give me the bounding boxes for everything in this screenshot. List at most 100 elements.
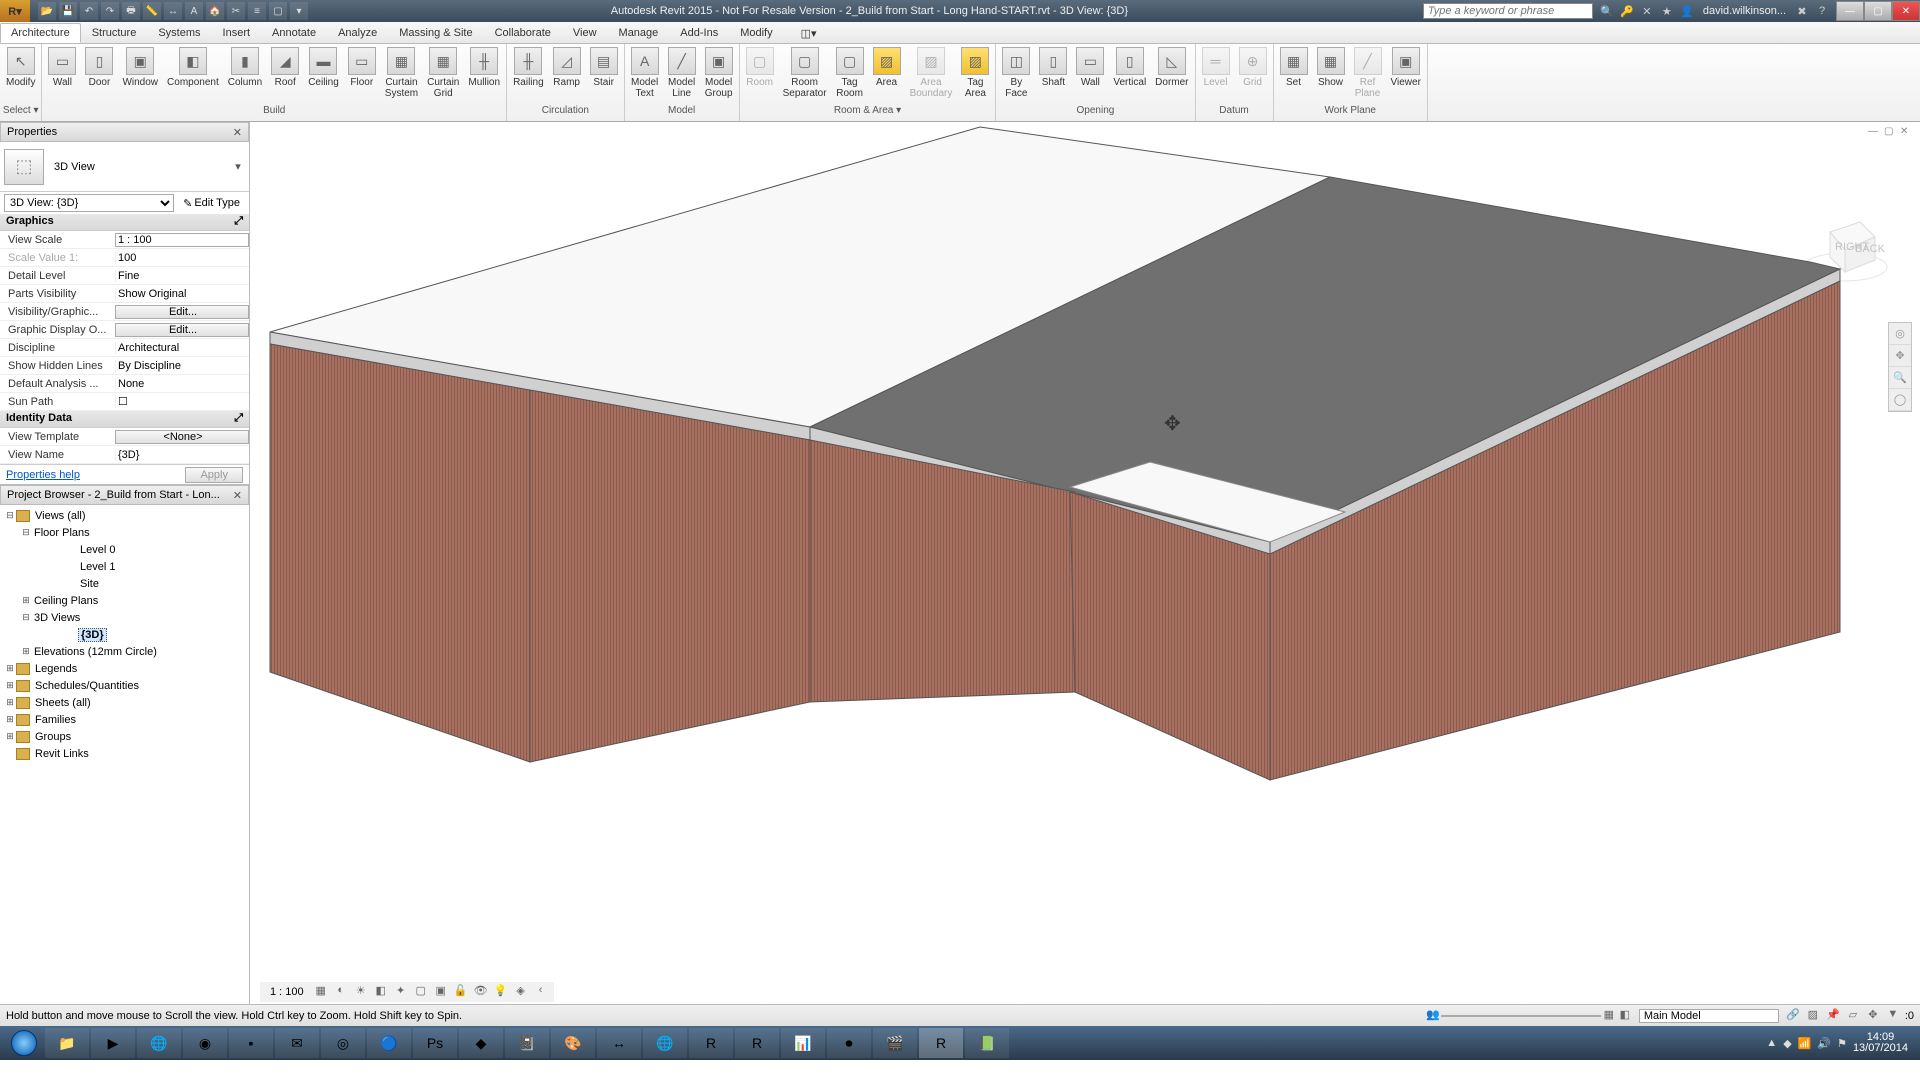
tree-node[interactable]: Revit Links [2,745,247,762]
explorer-icon[interactable]: 📁 [45,1028,89,1058]
revit3-icon[interactable]: R [735,1028,779,1058]
save-icon[interactable]: 💾 [59,2,77,20]
edit-type-button[interactable]: ✎ Edit Type [178,195,245,212]
expand-icon[interactable]: ⊞ [4,663,16,674]
tree-label[interactable]: Level 0 [78,544,117,556]
render-icon[interactable]: ✦ [392,984,410,1000]
roof-button[interactable]: ◢Roof [267,45,303,90]
tree-label[interactable]: Views (all) [33,510,88,522]
tab-addins[interactable]: Add-Ins [669,23,729,43]
key-icon[interactable]: 🔑 [1619,3,1635,19]
property-value[interactable]: Edit... [115,323,249,337]
areaboundary-button[interactable]: ▨AreaBoundary [906,45,957,101]
tree-node[interactable]: ⊞Schedules/Quantities [2,677,247,694]
tree-node[interactable]: {3D} [2,626,247,643]
search-input[interactable] [1423,3,1593,19]
onenote-icon[interactable]: 📓 [505,1028,549,1058]
curtaingrid-button[interactable]: ▦CurtainGrid [423,45,463,101]
tree-node[interactable]: ⊞Elevations (12mm Circle) [2,643,247,660]
grid-button[interactable]: ⊕Grid [1235,45,1271,90]
maximize-button[interactable]: ▢ [1864,1,1892,21]
exchange-apps-icon[interactable]: ✖ [1794,3,1810,19]
property-value[interactable]: 1 : 100 [115,233,249,247]
property-value[interactable]: ☐ [115,395,249,408]
property-row[interactable]: View Scale1 : 100 [0,231,249,249]
modify-button[interactable]: ↖Modify [2,45,39,90]
tree-node[interactable]: ⊞Sheets (all) [2,694,247,711]
chrome-icon[interactable]: ◉ [183,1028,227,1058]
crop-visible-icon[interactable]: ▣ [432,984,450,1000]
property-row[interactable]: Parts VisibilityShow Original [0,285,249,303]
analytical-icon[interactable]: ◈ [512,984,530,1000]
property-row[interactable]: Scale Value 1:100 [0,249,249,267]
ribbon-collapse-icon[interactable]: ◫▾ [794,24,824,43]
search-icon[interactable]: 🔍 [1599,3,1615,19]
camtasia-icon[interactable]: ⏺ [827,1028,871,1058]
expand-icon[interactable]: ⊞ [20,646,32,657]
collapse-icon[interactable]: ⤢ [234,215,243,229]
component-button[interactable]: ◧Component [163,45,223,90]
tagroom-button[interactable]: ▢TagRoom [832,45,868,101]
tree-label[interactable]: Families [33,714,78,726]
category-identity[interactable]: Identity Data⤢ [0,411,249,428]
drag-icon[interactable]: ✥ [1865,1008,1881,1024]
teamviewer-icon[interactable]: ↔ [597,1028,641,1058]
room-button[interactable]: ▢Room [742,45,778,90]
temporary-hide-icon[interactable]: 👁 [472,984,490,1000]
cmd-icon[interactable]: ▪ [229,1028,273,1058]
filter-icon[interactable]: ▼ [1885,1008,1901,1024]
tab-massingsite[interactable]: Massing & Site [388,23,483,43]
viewer-button[interactable]: ▣Viewer [1387,45,1425,90]
text-icon[interactable]: A [185,2,203,20]
powerpoint-icon[interactable]: 📊 [781,1028,825,1058]
tab-systems[interactable]: Systems [147,23,211,43]
tab-view[interactable]: View [562,23,608,43]
tab-manage[interactable]: Manage [608,23,670,43]
property-value[interactable]: By Discipline [115,360,249,372]
dimension-icon[interactable]: ↔ [164,2,182,20]
type-selector[interactable]: ⬚ 3D View ▾ [0,142,249,192]
sun-path-icon[interactable]: ☀ [352,984,370,1000]
more-icon[interactable]: ‹ [532,984,550,1000]
tree-label[interactable]: Ceiling Plans [32,595,100,607]
outlook-icon[interactable]: ✉ [275,1028,319,1058]
select-underlay-icon[interactable]: ▨ [1805,1008,1821,1024]
curtainsystem-button[interactable]: ▦CurtainSystem [381,45,422,101]
select-pinned-icon[interactable]: 📌 [1825,1008,1841,1024]
property-row[interactable]: Visibility/Graphic...Edit... [0,303,249,321]
apply-button[interactable]: Apply [185,467,243,483]
workset-selector[interactable] [1441,1015,1601,1017]
thin-lines-icon[interactable]: ≡ [248,2,266,20]
select-face-icon[interactable]: ▱ [1845,1008,1861,1024]
visual-style-icon[interactable]: ◐ [332,984,350,1000]
ie2-icon[interactable]: 🌐 [643,1028,687,1058]
door-button[interactable]: ▯Door [81,45,117,90]
property-row[interactable]: Detail LevelFine [0,267,249,285]
shadows-icon[interactable]: ◧ [372,984,390,1000]
tree-label[interactable]: Level 1 [78,561,117,573]
expand-icon[interactable]: ⊞ [4,697,16,708]
tree-label[interactable]: Floor Plans [32,527,92,539]
start-button[interactable] [4,1028,44,1058]
editable-icon[interactable]: ▦ [1601,1008,1617,1024]
tree-label[interactable]: Legends [33,663,79,675]
tree-label[interactable]: 3D Views [32,612,82,624]
tree-label[interactable]: Site [78,578,101,590]
switch-view-icon[interactable]: ▾ [290,2,308,20]
tree-node[interactable]: ⊟3D Views [2,609,247,626]
wall-button[interactable]: ▭Wall [44,45,80,90]
tab-architecture[interactable]: Architecture [0,23,81,43]
stair-button[interactable]: ▤Stair [586,45,622,90]
minimize-button[interactable]: — [1836,1,1864,21]
property-row[interactable]: Graphic Display O...Edit... [0,321,249,339]
ceiling-button[interactable]: ▬Ceiling [304,45,343,90]
chevron-down-icon[interactable]: ▾ [231,160,245,173]
property-value[interactable]: Fine [115,270,249,282]
tab-analyze[interactable]: Analyze [327,23,388,43]
dormer-button[interactable]: ◺Dormer [1151,45,1192,90]
ie-icon[interactable]: 🌐 [137,1028,181,1058]
tree-node[interactable]: Site [2,575,247,592]
instance-selector[interactable]: 3D View: {3D} [4,194,174,212]
close-icon[interactable]: ✕ [233,126,242,139]
print-icon[interactable]: 🖶 [122,2,140,20]
